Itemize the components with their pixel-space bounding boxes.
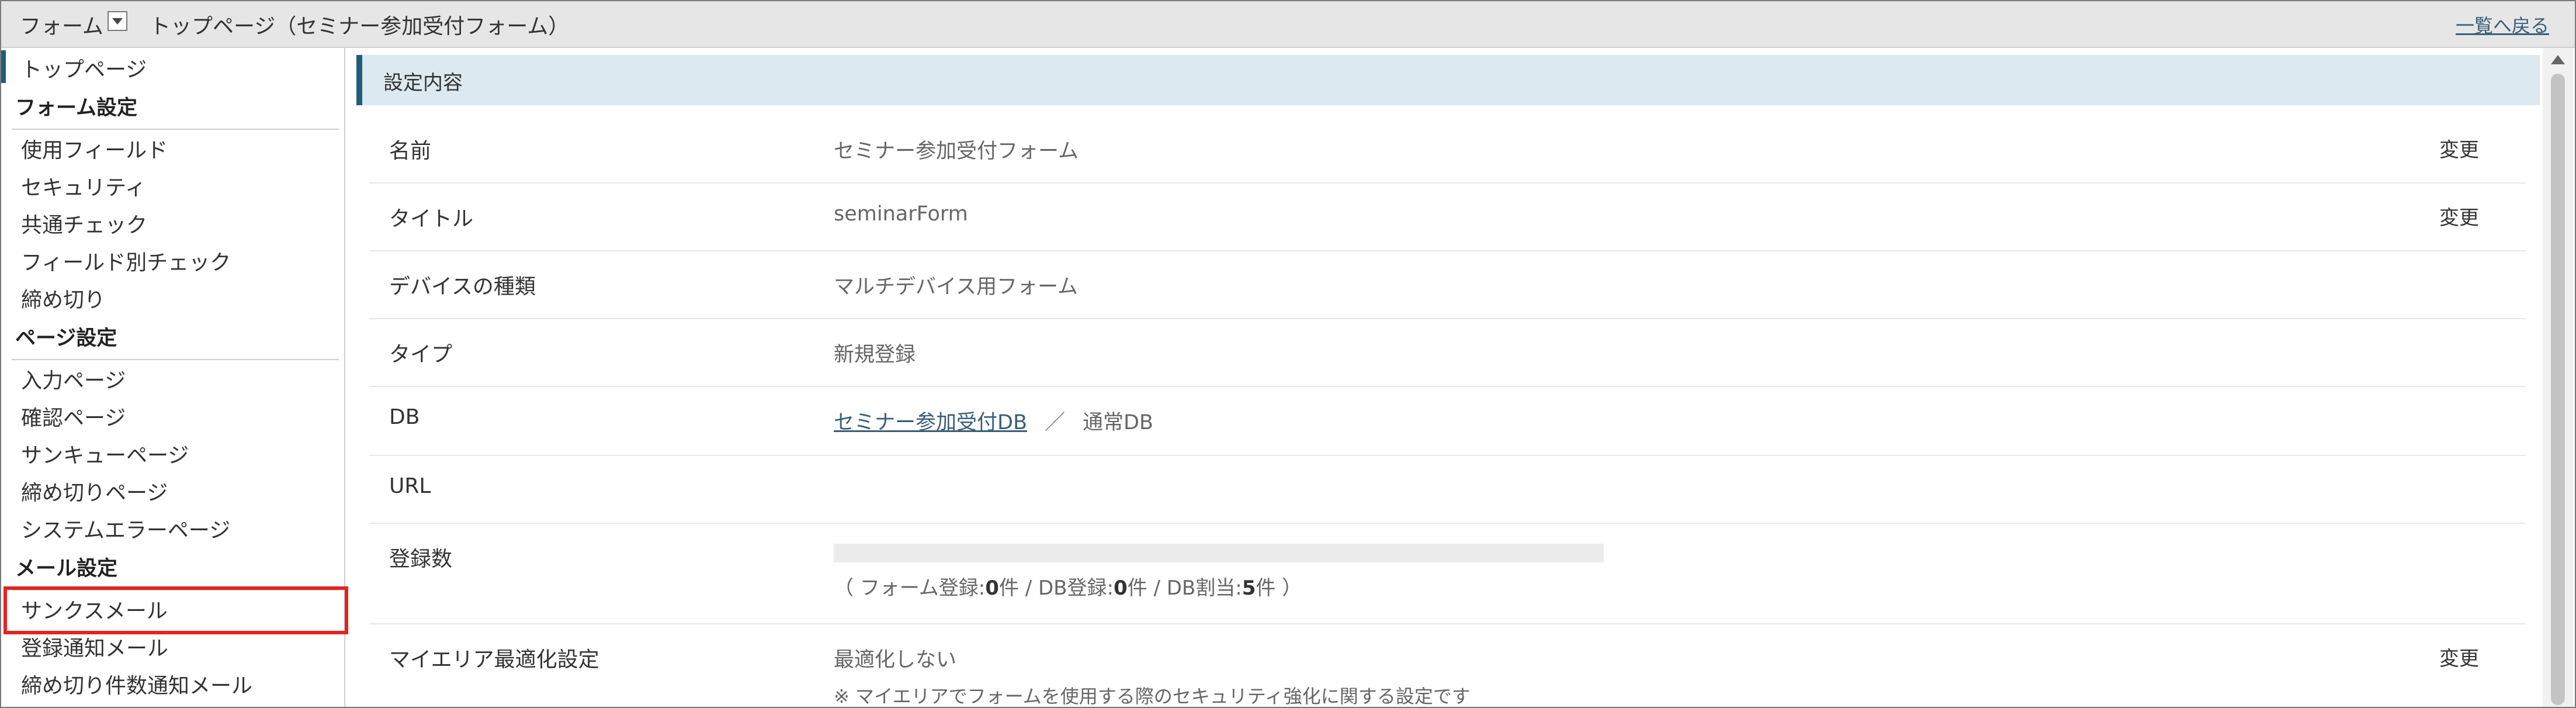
app-window: フォーム トップページ（セミナー参加受付フォーム） 一覧へ戻る トップページ フ… xyxy=(0,0,2576,708)
row-label: マイエリア最適化設定 xyxy=(389,648,599,672)
sidebar-item-confirm-page[interactable]: 確認ページ xyxy=(21,401,126,431)
sidebar-item-deadline[interactable]: 締め切り xyxy=(21,283,105,313)
sidebar-item-deadline-page[interactable]: 締め切りページ xyxy=(21,476,168,506)
registration-count-summary: （ フォーム登録:0件 / DB登録:0件 / DB割当:5件 ） xyxy=(834,576,1302,600)
db-separator: ／ xyxy=(1044,411,1065,434)
settings-row-type: タイプ 新規登録 xyxy=(369,318,2525,387)
section-title: 設定内容 xyxy=(383,71,463,95)
top-bar: フォーム トップページ（セミナー参加受付フォーム） 一覧へ戻る xyxy=(1,1,2575,48)
sidebar-heading-form-settings: フォーム設定 xyxy=(15,96,137,120)
caret-down-icon xyxy=(112,18,123,25)
sidebar-item-used-fields[interactable]: 使用フィールド xyxy=(21,133,168,164)
sidebar-item-thankyou-page[interactable]: サンキューページ xyxy=(21,438,189,469)
row-note: ※ マイエリアでフォームを使用する際のセキュリティ強化に関する設定です xyxy=(834,685,1471,707)
row-value: seminarForm xyxy=(834,202,968,226)
scroll-thumb[interactable] xyxy=(2551,74,2565,705)
db-link[interactable]: セミナー参加受付DB xyxy=(834,411,1027,434)
sidebar-item-deadline-count-mail[interactable]: 締め切り件数通知メール xyxy=(21,669,252,699)
page-title: トップページ（セミナー参加受付フォーム） xyxy=(150,15,570,39)
sidebar-item-registration-notice-mail[interactable]: 登録通知メール xyxy=(21,631,168,662)
sidebar-item-common-check[interactable]: 共通チェック xyxy=(21,208,147,239)
divider xyxy=(12,129,339,130)
row-value: セミナー参加受付フォーム xyxy=(834,140,1079,163)
settings-row-name: 名前 セミナー参加受付フォーム 変更 xyxy=(369,115,2525,184)
row-value: 最適化しない xyxy=(834,648,957,672)
scroll-up-arrow-icon[interactable] xyxy=(2551,55,2565,64)
row-label: デバイスの種類 xyxy=(389,275,536,299)
divider xyxy=(12,359,339,360)
row-value: マルチデバイス用フォーム xyxy=(834,275,1078,299)
vertical-scrollbar[interactable] xyxy=(2543,48,2573,707)
db-type: 通常DB xyxy=(1082,411,1153,434)
sidebar-heading-page-settings: ページ設定 xyxy=(15,327,117,350)
row-label: 名前 xyxy=(389,139,432,163)
change-name-button[interactable]: 変更 xyxy=(2439,134,2479,163)
active-indicator xyxy=(1,50,6,83)
sidebar-item-field-check[interactable]: フィールド別チェック xyxy=(21,246,231,276)
settings-row-title: タイトル seminarForm 変更 xyxy=(369,182,2525,251)
settings-row-url: URL xyxy=(369,455,2525,524)
row-label: タイプ xyxy=(389,343,453,367)
sidebar-heading-mail-settings: メール設定 xyxy=(15,557,118,581)
sidebar-item-top-page[interactable]: トップページ xyxy=(21,53,147,83)
form-menu-label: フォーム xyxy=(20,15,103,39)
sidebar-item-system-error-page[interactable]: システムエラーページ xyxy=(21,513,230,544)
row-value: セミナー参加受付DB ／ 通常DB xyxy=(834,406,1153,436)
highlight-annotation-box xyxy=(4,586,348,634)
row-label: DB xyxy=(389,405,420,429)
section-header: 設定内容 xyxy=(356,55,2540,105)
registration-progress-bar xyxy=(834,544,1604,562)
settings-row-db: DB セミナー参加受付DB ／ 通常DB xyxy=(369,386,2525,456)
change-title-button[interactable]: 変更 xyxy=(2439,202,2479,230)
form-menu-dropdown-button[interactable] xyxy=(108,11,127,31)
change-myarea-button[interactable]: 変更 xyxy=(2439,643,2479,671)
sidebar-item-input-page[interactable]: 入力ページ xyxy=(21,364,126,394)
settings-row-device-type: デバイスの種類 マルチデバイス用フォーム xyxy=(369,250,2525,319)
back-to-list-link[interactable]: 一覧へ戻る xyxy=(2456,11,2549,38)
main-content: 設定内容 名前 セミナー参加受付フォーム 変更 タイトル seminarForm… xyxy=(352,48,2540,707)
sidebar-item-security[interactable]: セキュリティ xyxy=(21,171,146,201)
row-value: 新規登録 xyxy=(834,343,916,367)
row-label: タイトル xyxy=(389,207,474,231)
settings-row-myarea-optimization: マイエリア最適化設定 最適化しない 変更 ※ マイエリアでフォームを使用する際の… xyxy=(369,623,2525,707)
settings-row-registrations: 登録数 （ フォーム登録:0件 / DB登録:0件 / DB割当:5件 ） xyxy=(369,523,2525,624)
row-label: 登録数 xyxy=(389,547,453,571)
row-label: URL xyxy=(389,474,431,498)
